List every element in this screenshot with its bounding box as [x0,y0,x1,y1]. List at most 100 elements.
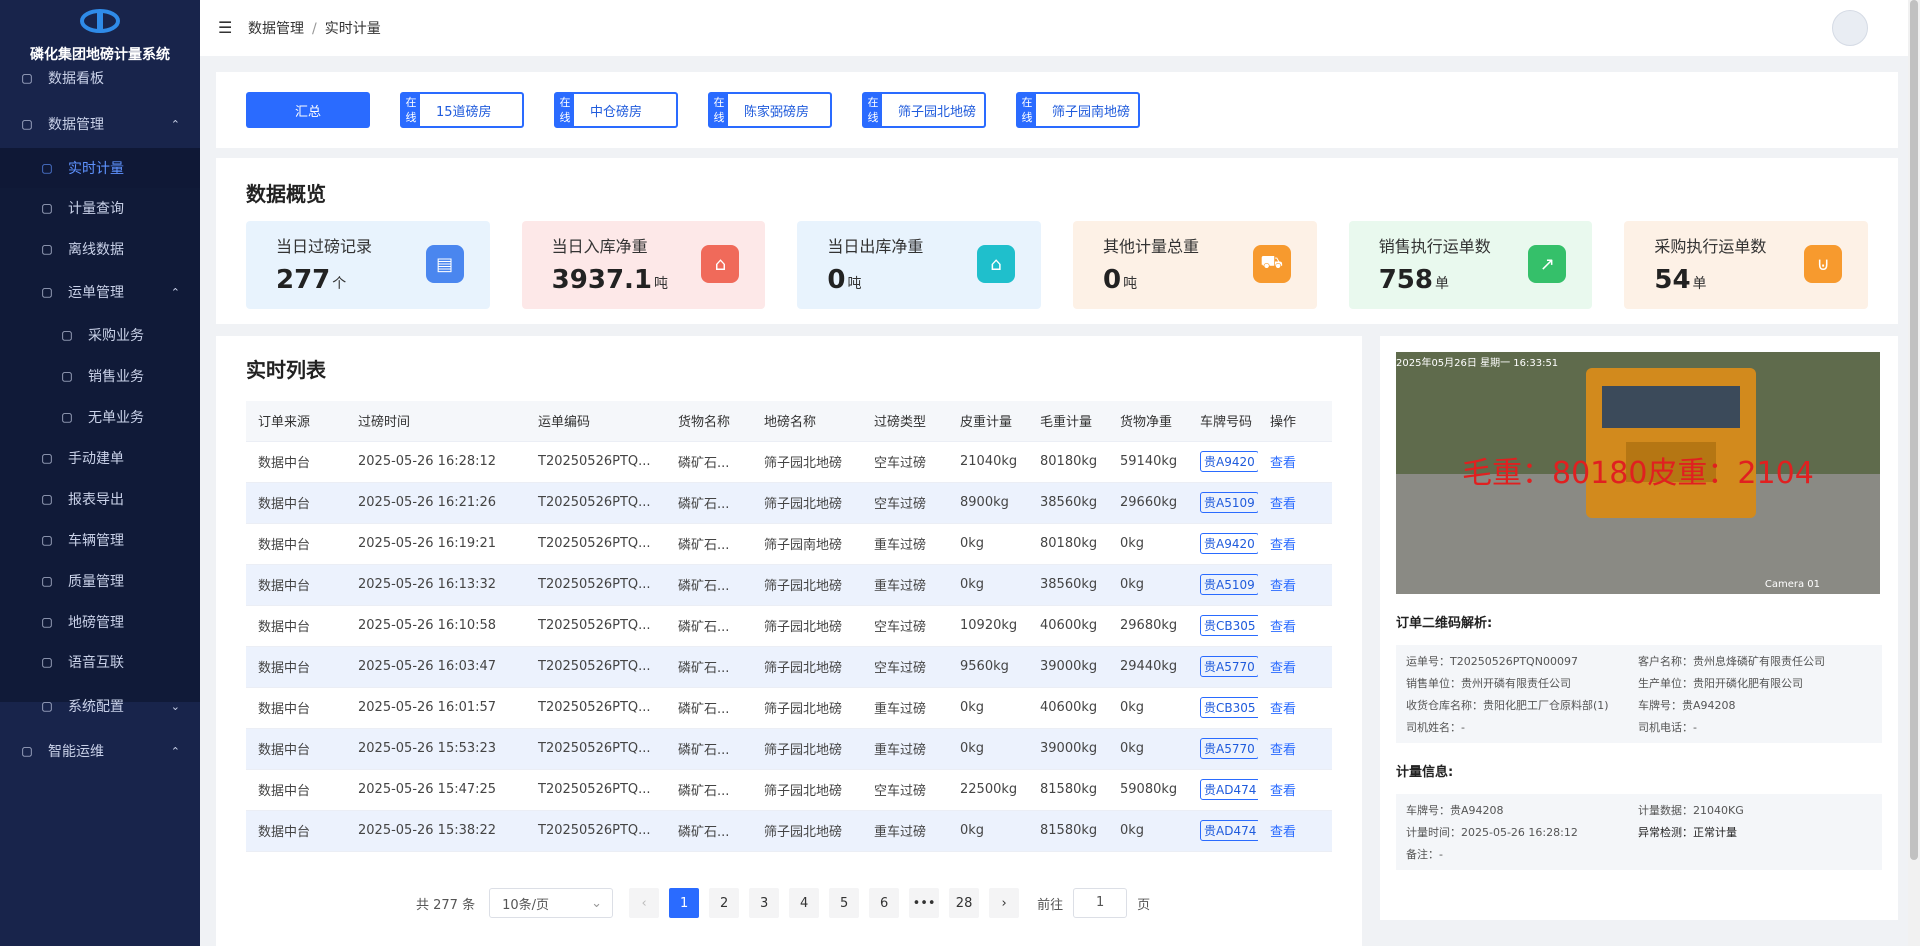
sidebar-item-16[interactable]: ▢ 智能运维 ⌃ [0,731,200,771]
table-cell: 40600kg [1028,687,1108,729]
sidebar: 磷化集团地磅计量系统 ▢ 数据看板 ▢ 数据管理 ⌃ ▢ 实时计量 ▢ 计量查询 ▢ 离线数据 ▢ 运单… [0,0,200,946]
sidebar-item-1[interactable]: ▢ 数据管理 ⌃ [0,104,200,144]
view-link[interactable]: 查看 [1270,743,1296,758]
view-link[interactable]: 查看 [1270,661,1296,676]
tab-station-2[interactable]: 在线 陈家弼磅房 [708,92,832,128]
table-cell: 2025-05-26 15:38:22 [346,810,526,852]
sidebar-item-13[interactable]: ▢ 地磅管理 [0,602,200,642]
action-cell[interactable]: 查看 [1258,769,1332,811]
truck-icon: ⛟ [1252,245,1291,283]
tab-station-0[interactable]: 在线 15道磅房 [400,92,524,128]
sidebar-item-4[interactable]: ▢ 离线数据 [0,229,200,269]
sidebar-item-0[interactable]: ▢ 数据看板 [0,58,200,98]
table-row: 数据中台 2025-05-26 16:28:12 T20250526PTQ... 磷矿… [246,441,1332,483]
sidebar-item-5[interactable]: ▢ 运单管理 ⌃ [0,272,200,312]
table-cell: 2025-05-26 16:28:12 [346,441,526,483]
page-button[interactable]: 28 [949,888,980,918]
page-button[interactable]: 2 [709,888,740,918]
action-cell[interactable]: 查看 [1258,482,1332,524]
sidebar-item-14[interactable]: ▢ 语音互联 [0,642,200,682]
table-cell: 0kg [1108,564,1188,606]
chevron-icon: ⌃ [170,744,180,758]
tab-station-1[interactable]: 在线 中仓磅房 [554,92,678,128]
view-link[interactable]: 查看 [1270,456,1296,471]
plate-cell: 贵A9420 [1188,523,1258,565]
prev-page-button[interactable]: ‹ [629,888,660,918]
page-size-select[interactable]: 10条/页 ⌄ [489,888,614,918]
view-link[interactable]: 查看 [1270,702,1296,717]
page-button[interactable]: 1 [669,888,700,918]
view-link[interactable]: 查看 [1270,538,1296,553]
next-page-button[interactable]: › [989,888,1020,918]
tab-station-4[interactable]: 在线 筛子园南地磅 [1016,92,1140,128]
view-link[interactable]: 查看 [1270,620,1296,635]
table-cell: 重车过磅 [862,728,948,770]
monitor-icon: ▢ [41,161,53,175]
breadcrumb: 数据管理 / 实时计量 [248,21,381,37]
sidebar-item-6[interactable]: ▢ 采购业务 [0,315,200,355]
breadcrumb-parent[interactable]: 数据管理 [248,21,304,37]
page-scrollbar[interactable] [1908,0,1920,946]
sidebar-item-7[interactable]: ▢ 销售业务 [0,356,200,396]
sidebar-item-15[interactable]: ▢ 系统配置 ⌄ [0,686,200,726]
menu-toggle-icon[interactable]: ☰ [218,20,236,36]
sidebar-item-9[interactable]: ▢ 手动建单 [0,438,200,478]
table-cell: 9560kg [948,646,1028,688]
table-cell: 磷矿石... [666,441,752,483]
page-button[interactable]: 3 [749,888,780,918]
table-cell: 29660kg [1108,482,1188,524]
action-cell[interactable]: 查看 [1258,441,1332,483]
sidebar-item-10[interactable]: ▢ 报表导出 [0,479,200,519]
action-cell[interactable]: 查看 [1258,646,1332,688]
table-cell: 筛子园北地磅 [752,605,862,647]
info-field: 生产单位：贵阳开磷化肥有限公司 [1638,677,1803,690]
info-field: 司机电话：- [1638,721,1697,734]
sidebar-item-2[interactable]: ▢ 实时计量 [0,148,200,188]
sidebar-item-label: 销售业务 [88,369,144,385]
sidebar-item-8[interactable]: ▢ 无单业务 [0,397,200,437]
table-cell: 数据中台 [246,605,346,647]
action-cell[interactable]: 查看 [1258,728,1332,770]
plate-cell: 贵AD474 [1188,810,1258,852]
action-cell[interactable]: 查看 [1258,523,1332,565]
info-field [1638,846,1870,862]
table-row: 数据中台 2025-05-26 16:21:26 T20250526PTQ... 磷矿… [246,482,1332,524]
table-cell: 29680kg [1108,605,1188,647]
action-cell[interactable]: 查看 [1258,564,1332,606]
tab-summary[interactable]: 汇总 [246,92,370,128]
view-link[interactable]: 查看 [1270,784,1296,799]
page-button[interactable]: 4 [789,888,820,918]
tab-station-label: 中仓磅房 [590,104,643,120]
sidebar-item-3[interactable]: ▢ 计量查询 [0,188,200,228]
pagination: 共 277 条 10条/页 ⌄ ‹ 1 2 3 4 5 6 ••• 28 › 前往 1 页 [416,888,1150,918]
tab-station-3[interactable]: 在线 筛子园北地磅 [862,92,986,128]
page-button[interactable]: 6 [869,888,900,918]
online-badge: 在线 [556,94,574,126]
info-field: 计量时间：2025-05-26 16:28:12 [1406,826,1578,839]
qr-title: 订单二维码解析: [1396,616,1493,631]
online-badge: 在线 [710,94,728,126]
action-cell[interactable]: 查看 [1258,810,1332,852]
info-field: 异常检测：正常计量 [1638,826,1737,839]
view-link[interactable]: 查看 [1270,825,1296,840]
avatar[interactable] [1832,10,1868,46]
goto-page-input[interactable]: 1 [1073,888,1128,918]
realtime-table: 订单来源 过磅时间 运单编码 货物名称 地磅名称 过磅类型 皮重计量 毛重计量 货物净重 车牌号码… [246,401,1332,852]
action-cell[interactable]: 查看 [1258,605,1332,647]
action-cell[interactable]: 查看 [1258,687,1332,729]
page-button[interactable]: 5 [829,888,860,918]
column-header: 运单编码 [526,401,666,442]
camera-timestamp: 2025年05月26日 星期一 16:33:51 [1396,358,1559,369]
page-button[interactable]: ••• [909,888,940,918]
sidebar-item-11[interactable]: ▢ 车辆管理 [0,520,200,560]
table-row: 数据中台 2025-05-26 15:38:22 T20250526PTQ... 磷矿… [246,810,1332,852]
stat-card: 当日出库净重 0 吨 ⌂ [797,221,1042,309]
view-link[interactable]: 查看 [1270,497,1296,512]
view-link[interactable]: 查看 [1270,579,1296,594]
sidebar-item-12[interactable]: ▢ 质量管理 [0,561,200,601]
stat-unit: 单 [1434,276,1449,292]
sidebar-item-label: 数据管理 [48,117,104,133]
table-cell: 数据中台 [246,646,346,688]
sidebar-item-label: 手动建单 [68,451,124,467]
logo-icon [80,9,120,33]
